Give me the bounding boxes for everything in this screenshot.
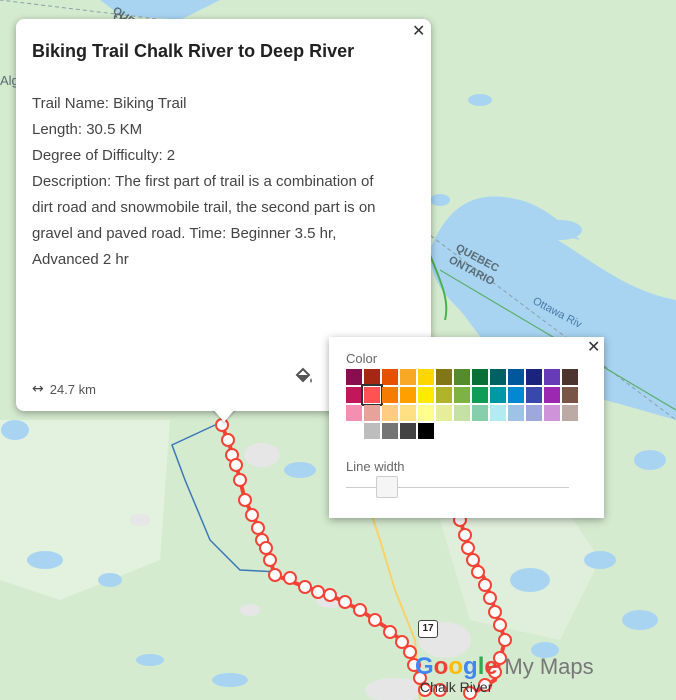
color-swatch[interactable] [472,405,488,421]
trail-point-marker[interactable] [233,473,247,487]
color-swatch[interactable] [346,387,362,403]
color-swatch[interactable] [490,387,506,403]
color-swatch[interactable] [400,405,416,421]
close-popup-icon[interactable]: ✕ [412,23,425,39]
color-swatch[interactable] [418,369,434,385]
color-swatch[interactable] [364,423,380,439]
google-letter: G [415,653,434,680]
trail-point-marker[interactable] [259,541,273,555]
color-swatch[interactable] [508,369,524,385]
trail-point-marker[interactable] [458,528,472,542]
trail-point-marker[interactable] [478,578,492,592]
trail-point-marker[interactable] [368,613,382,627]
highway-17-shield: 17 [418,620,438,638]
color-swatch[interactable] [346,369,362,385]
trail-point-marker[interactable] [353,603,367,617]
distance-value: 24.7 km [49,381,96,397]
style-picker-panel: ✕ Color Line width [329,337,604,518]
trail-point-marker[interactable] [311,585,325,599]
google-letter: o [448,653,464,680]
color-swatch[interactable] [364,369,380,385]
color-swatch[interactable] [562,405,578,421]
color-swatch[interactable] [418,405,434,421]
color-swatch[interactable] [400,387,416,403]
color-swatch[interactable] [562,387,578,403]
length-line: Length: 30.5 KM [32,121,143,138]
google-letter: o [433,653,449,680]
picker-pointer [316,374,330,398]
trail-point-marker[interactable] [471,565,485,579]
color-swatch[interactable] [382,387,398,403]
trail-point-marker[interactable] [488,605,502,619]
trail-point-marker[interactable] [483,591,497,605]
color-swatch[interactable] [490,369,506,385]
color-swatch[interactable] [526,405,542,421]
trail-point-marker[interactable] [268,568,282,582]
trail-point-marker[interactable] [461,541,475,555]
color-swatch[interactable] [400,369,416,385]
color-swatch[interactable] [562,369,578,385]
close-picker-icon[interactable]: ✕ [587,339,600,355]
town-label-chalk-river: Chalk River [420,679,493,695]
trail-point-marker[interactable] [383,625,397,639]
trail-point-marker[interactable] [338,595,352,609]
color-swatch[interactable] [436,405,452,421]
trail-point-marker[interactable] [283,571,297,585]
trail-point-marker[interactable] [323,588,337,602]
trail-point-marker[interactable] [251,521,265,535]
color-swatch[interactable] [436,369,452,385]
color-swatch[interactable] [361,384,383,406]
google-wordmark: Google [415,653,498,680]
trail-point-marker[interactable] [245,508,259,522]
color-swatch[interactable] [364,405,380,421]
color-swatch[interactable] [526,369,542,385]
line-width-label: Line width [346,459,405,474]
color-swatch[interactable] [544,387,560,403]
color-label: Color [346,351,378,366]
color-swatch[interactable] [400,423,416,439]
my-maps-wordmark: My Maps [504,654,594,679]
feature-description: Trail Name: Biking Trail Length: 30.5 KM… [32,91,397,273]
trail-name-line: Trail Name: Biking Trail [32,95,187,112]
color-swatch[interactable] [526,387,542,403]
google-my-maps-logo: Google My Maps [415,653,594,681]
trail-point-marker[interactable] [466,553,480,567]
paint-bucket-icon[interactable] [294,366,316,386]
color-swatch[interactable] [508,405,524,421]
color-swatch[interactable] [382,369,398,385]
trail-point-marker[interactable] [498,633,512,647]
color-swatch[interactable] [454,369,470,385]
color-swatch[interactable] [490,405,506,421]
trail-point-marker[interactable] [238,493,252,507]
color-swatch[interactable] [454,387,470,403]
distance-arrow-icon: ↔ [32,381,44,397]
color-swatch[interactable] [472,369,488,385]
google-letter: e [484,653,498,680]
color-swatch[interactable] [544,405,560,421]
color-swatch[interactable] [382,423,398,439]
description-line: Description: The first part of trail is … [32,173,376,268]
trail-point-marker[interactable] [229,458,243,472]
color-swatch[interactable] [436,387,452,403]
color-swatch[interactable] [346,405,362,421]
color-swatch[interactable] [454,405,470,421]
color-swatch[interactable] [508,387,524,403]
color-swatch[interactable] [418,423,434,439]
color-swatch[interactable] [418,387,434,403]
google-letter: g [463,653,478,680]
feature-title: Biking Trail Chalk River to Deep River [32,41,355,61]
trail-point-marker[interactable] [263,553,277,567]
color-swatch[interactable] [472,387,488,403]
difficulty-line: Degree of Difficulty: 2 [32,147,176,164]
trail-point-marker[interactable] [493,618,507,632]
popup-pointer [212,408,236,422]
color-swatch[interactable] [382,405,398,421]
trail-point-marker[interactable] [221,433,235,447]
trail-point-marker[interactable] [298,580,312,594]
color-swatch[interactable] [544,369,560,385]
route-distance: ↔ 24.7 km [32,381,96,397]
line-width-slider-thumb[interactable] [376,476,399,498]
